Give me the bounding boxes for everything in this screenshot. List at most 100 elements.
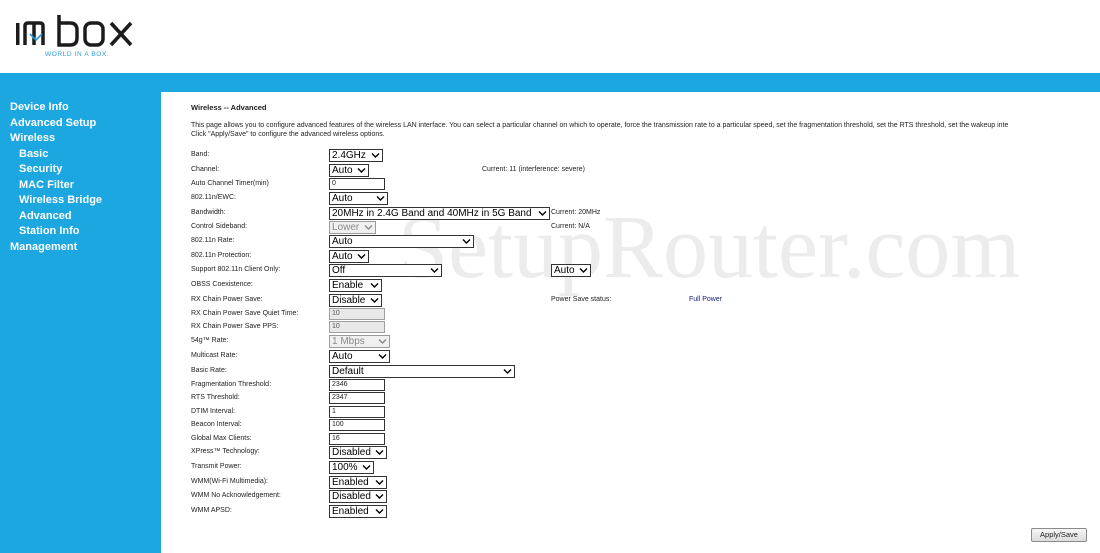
rx-chain-power-save-label: RX Chain Power Save: — [191, 296, 263, 303]
frag-threshold-input[interactable]: 2346 — [329, 379, 385, 391]
n-client-only-secondary-value: Auto — [554, 265, 575, 276]
power-save-status-label: Power Save status: — [551, 296, 612, 303]
bandwidth-status: Current: 20MHz — [551, 209, 601, 216]
rx-pps-label: RX Chain Power Save PPS: — [191, 323, 279, 330]
chevron-down-icon — [375, 493, 384, 500]
rx-chain-power-save-select[interactable]: Disable — [329, 294, 382, 307]
g-rate-row: 54g™ Rate: 1 Mbps — [191, 335, 1096, 348]
rts-threshold-label: RTS Threshold: — [191, 394, 240, 401]
sidebar-item-advanced[interactable]: Advanced — [0, 209, 161, 225]
wmm-label: WMM(Wi-Fi Multimedia): — [191, 478, 268, 485]
sidebar-item-device-info[interactable]: Device Info — [0, 100, 161, 116]
chevron-down-icon — [357, 167, 366, 174]
n-client-only-secondary-select[interactable]: Auto — [551, 264, 591, 277]
channel-label: Channel: — [191, 166, 220, 173]
wmm-select[interactable]: Enabled — [329, 476, 387, 489]
n-client-only-row: Support 802.11n Client Only: Off Auto — [191, 264, 1096, 277]
sidebar-item-mac-filter[interactable]: MAC Filter — [0, 178, 161, 194]
sidebar-item-wireless-bridge[interactable]: Wireless Bridge — [0, 193, 161, 209]
page-description: This page allows you to configure advanc… — [191, 121, 1096, 141]
router-admin-page: WORLD IN A BOX. Device Info Advanced Set… — [0, 0, 1100, 553]
rx-pps-input: 10 — [329, 321, 385, 333]
obss-row: OBSS Coexistence: Enable — [191, 279, 1096, 292]
chevron-down-icon — [371, 152, 380, 159]
chevron-down-icon — [378, 338, 387, 345]
chevron-down-icon — [462, 238, 471, 245]
auto-channel-timer-label: Auto Channel Timer(min) — [191, 180, 269, 187]
wmm-no-ack-label: WMM No Acknowledgement: — [191, 492, 281, 499]
ewc-select-value: Auto — [332, 193, 353, 204]
n-protection-select-value: Auto — [332, 251, 353, 262]
n-protection-select[interactable]: Auto — [329, 250, 369, 263]
rts-threshold-input[interactable]: 2347 — [329, 392, 385, 404]
wmm-apsd-select[interactable]: Enabled — [329, 505, 387, 518]
n-rate-select-value: Auto — [332, 236, 353, 247]
auto-channel-timer-input[interactable]: 0 — [329, 178, 385, 190]
sidebar-item-management[interactable]: Management — [0, 240, 161, 256]
multicast-rate-row: Multicast Rate: Auto — [191, 350, 1096, 363]
beacon-interval-input[interactable]: 100 — [329, 419, 385, 431]
frag-threshold-label: Fragmentation Threshold: — [191, 381, 272, 388]
page-description-line-1: This page allows you to configure advanc… — [191, 122, 1009, 129]
wmm-apsd-label: WMM APSD: — [191, 507, 232, 514]
bandwidth-select[interactable]: 20MHz in 2.4G Band and 40MHz in 5G Band — [329, 207, 550, 220]
obss-select[interactable]: Enable — [329, 279, 382, 292]
obss-select-value: Enable — [332, 280, 364, 291]
rx-chain-power-save-row: RX Chain Power Save: Disable Power Save … — [191, 294, 1096, 307]
band-select[interactable]: 2.4GHz — [329, 149, 383, 162]
xpress-row: XPress™ Technology: Disabled — [191, 446, 1096, 459]
ewc-label: 802.11n/EWC: — [191, 194, 237, 201]
n-client-only-label: Support 802.11n Client Only: — [191, 266, 281, 273]
chevron-down-icon — [364, 224, 373, 231]
n-rate-select[interactable]: Auto — [329, 235, 474, 248]
control-sideband-select: Lower — [329, 221, 376, 234]
rx-quiet-time-input: 10 — [329, 308, 385, 320]
chevron-down-icon — [378, 353, 387, 360]
n-client-only-select[interactable]: Off — [329, 264, 442, 277]
basic-rate-select[interactable]: Default — [329, 365, 515, 378]
sidebar-item-wireless[interactable]: Wireless — [0, 131, 161, 147]
transmit-power-label: Transmit Power: — [191, 463, 242, 470]
page-description-line-2: Click "Apply/Save" to configure the adva… — [191, 131, 385, 138]
wmm-apsd-row: WMM APSD: Enabled — [191, 505, 1096, 518]
sidebar-item-basic[interactable]: Basic — [0, 147, 161, 163]
wmm-no-ack-select-value: Disabled — [332, 491, 371, 502]
ewc-row: 802.11n/EWC: Auto — [191, 192, 1096, 205]
rx-quiet-time-row: RX Chain Power Save Quiet Time: 10 — [191, 308, 1096, 321]
chevron-down-icon — [375, 479, 384, 486]
wmm-select-value: Enabled — [332, 477, 369, 488]
rts-threshold-row: RTS Threshold: 2347 — [191, 392, 1096, 405]
n-rate-row: 802.11n Rate: Auto — [191, 235, 1096, 248]
rx-quiet-time-label: RX Chain Power Save Quiet Time: — [191, 310, 299, 317]
frag-threshold-row: Fragmentation Threshold: 2346 — [191, 379, 1096, 392]
apply-save-button[interactable]: Apply/Save — [1031, 528, 1087, 542]
rx-chain-power-save-select-value: Disable — [332, 295, 366, 306]
bandwidth-label: Bandwidth: — [191, 209, 226, 216]
ewc-select[interactable]: Auto — [329, 192, 388, 205]
channel-select[interactable]: Auto — [329, 164, 369, 177]
chevron-down-icon — [362, 464, 371, 471]
xpress-label: XPress™ Technology: — [191, 448, 260, 455]
chevron-down-icon — [430, 267, 439, 274]
chevron-down-icon — [376, 195, 385, 202]
dtim-interval-input[interactable]: 1 — [329, 406, 385, 418]
sidebar-item-security[interactable]: Security — [0, 162, 161, 178]
bandwidth-select-value: 20MHz in 2.4G Band and 40MHz in 5G Band — [332, 208, 532, 219]
wmm-row: WMM(Wi-Fi Multimedia): Enabled — [191, 476, 1096, 489]
n-client-only-select-value: Off — [332, 265, 346, 276]
band-row: Band: 2.4GHz — [191, 149, 1096, 162]
channel-row: Channel: Auto Current: 11 (interference:… — [191, 164, 1096, 177]
obss-label: OBSS Coexistence: — [191, 281, 253, 288]
global-max-clients-input[interactable]: 16 — [329, 433, 385, 445]
dtim-interval-label: DTIM Interval: — [191, 408, 235, 415]
xpress-select[interactable]: Disabled — [329, 446, 387, 459]
wmm-no-ack-select[interactable]: Disabled — [329, 490, 387, 503]
chevron-down-icon — [503, 368, 512, 375]
transmit-power-select[interactable]: 100% — [329, 461, 374, 474]
multicast-rate-select[interactable]: Auto — [329, 350, 390, 363]
sidebar-item-advanced-setup[interactable]: Advanced Setup — [0, 116, 161, 132]
rx-pps-row: RX Chain Power Save PPS: 10 — [191, 321, 1096, 334]
header: WORLD IN A BOX. — [0, 0, 1100, 73]
channel-status: Current: 11 (interference: severe) — [482, 166, 585, 173]
sidebar-item-station-info[interactable]: Station Info — [0, 224, 161, 240]
